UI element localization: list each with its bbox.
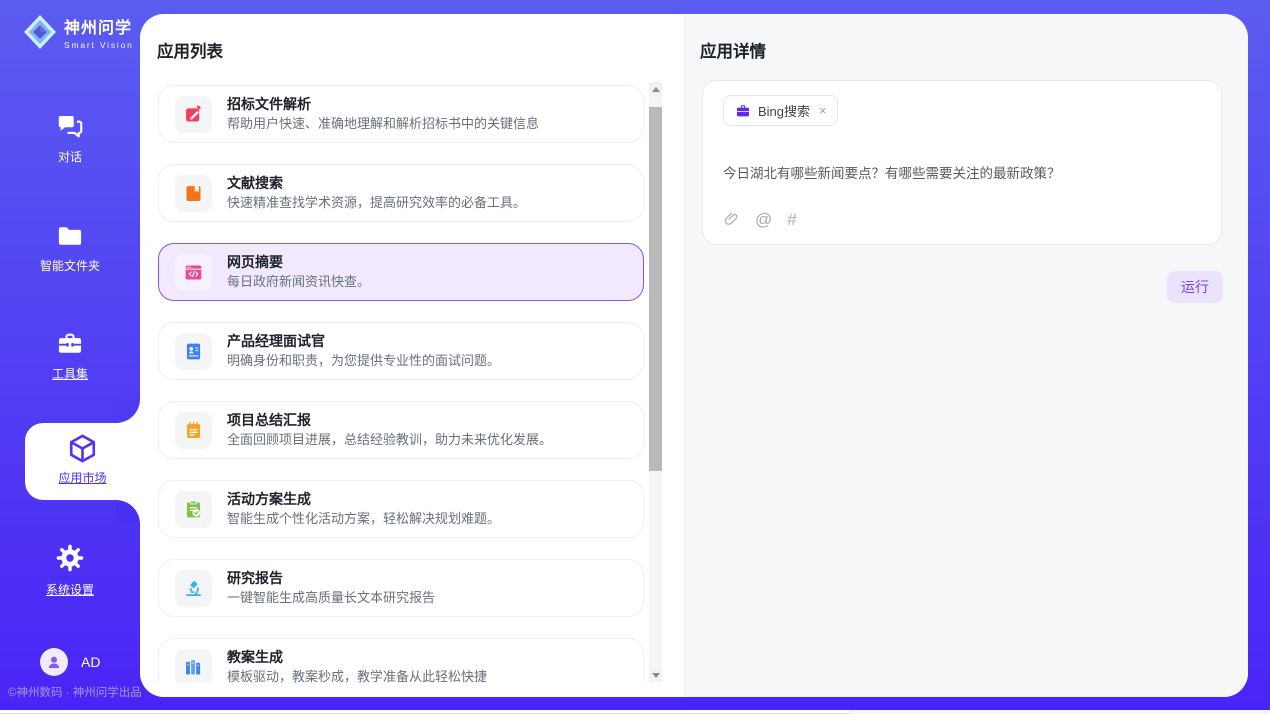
book-icon xyxy=(183,183,204,204)
tool-tag-bing-search[interactable]: Bing搜索 × xyxy=(723,95,838,126)
tool-tag-label: Bing搜索 xyxy=(758,101,810,120)
app-card-icon-bg xyxy=(175,570,212,607)
brand-logo[interactable]: 神州问学 Smart Vision xyxy=(22,13,134,51)
avatar xyxy=(40,648,68,676)
sidebar-item-label: 对话 xyxy=(0,148,140,165)
app-card-icon-bg xyxy=(175,333,212,370)
user-initials: AD xyxy=(81,654,100,670)
person-icon xyxy=(45,653,63,671)
app-card[interactable]: 教案生成 模板驱动，教案秒成，教学准备从此轻松快捷 xyxy=(158,638,644,683)
bubble-curve-top xyxy=(116,399,140,423)
chat-icon xyxy=(54,111,86,141)
gear-icon xyxy=(54,542,86,574)
briefcase-icon xyxy=(735,103,751,119)
close-icon[interactable]: × xyxy=(819,104,827,117)
attachment-icon[interactable] xyxy=(723,211,740,228)
app-detail-title: 应用详情 xyxy=(700,38,766,62)
app-card-desc: 明确身份和职责，为您提供专业性的面试问题。 xyxy=(227,353,500,369)
app-list-viewport: 招标文件解析 帮助用户快速、准确地理解和解析招标书中的关键信息 文献搜索 快速精… xyxy=(158,85,645,683)
brand-name: 神州问学 xyxy=(64,14,134,38)
app-card-title: 项目总结汇报 xyxy=(227,412,552,430)
sidebar-footer: ©神州数码 · 神州问学出品 xyxy=(8,684,142,700)
triangle-up-icon xyxy=(652,87,660,92)
prompt-card: Bing搜索 × 今日湖北有哪些新闻要点？有哪些需要关注的最新政策？ @ # xyxy=(702,80,1222,245)
app-detail-panel: 应用详情 Bing搜索 × 今日湖北有哪些新闻要点？有哪些需要关注的最新政策？ xyxy=(683,14,1248,697)
browser-icon xyxy=(183,262,204,283)
sidebar-item-chat[interactable]: 对话 xyxy=(0,111,140,165)
triangle-down-icon xyxy=(652,673,660,678)
prompt-text[interactable]: 今日湖北有哪些新闻要点？有哪些需要关注的最新政策？ xyxy=(723,164,1193,184)
hash-icon[interactable]: # xyxy=(787,211,796,228)
app-card-desc: 帮助用户快速、准确地理解和解析招标书中的关键信息 xyxy=(227,116,539,132)
app-window: 神州问学 Smart Vision 对话 智能文件夹 xyxy=(0,0,1270,714)
prompt-toolbar: @ # xyxy=(723,211,797,228)
sidebar-item-label: 工具集 xyxy=(0,365,140,382)
app-card-icon-bg xyxy=(175,175,212,212)
app-list-title: 应用列表 xyxy=(157,38,223,62)
sidebar-item-label: 系统设置 xyxy=(0,581,140,598)
app-card-icon-bg xyxy=(175,491,212,528)
app-card-title: 产品经理面试官 xyxy=(227,333,500,351)
app-card-title: 研究报告 xyxy=(227,570,435,588)
app-card-icon-bg xyxy=(175,254,212,291)
sidebar-item-settings[interactable]: 系统设置 xyxy=(0,542,140,598)
main-content: 应用列表 招标文件解析 帮助用户快速、准确地理解和解析招标书中的关键信息 文献搜… xyxy=(140,14,1248,697)
mention-icon[interactable]: @ xyxy=(755,211,772,228)
scroll-down-button[interactable] xyxy=(649,668,662,682)
sidebar-item-app-market[interactable]: 应用市场 xyxy=(25,423,140,500)
app-card-title: 招标文件解析 xyxy=(227,96,539,114)
app-card[interactable]: 产品经理面试官 明确身份和职责，为您提供专业性的面试问题。 xyxy=(158,322,644,380)
app-card-desc: 模板驱动，教案秒成，教学准备从此轻松快捷 xyxy=(227,669,487,683)
app-card-title: 活动方案生成 xyxy=(227,491,500,509)
app-list-panel: 应用列表 招标文件解析 帮助用户快速、准确地理解和解析招标书中的关键信息 文献搜… xyxy=(140,14,683,697)
edit-document-icon xyxy=(183,104,204,125)
cube-icon xyxy=(66,432,99,465)
app-card[interactable]: 研究报告 一键智能生成高质量长文本研究报告 xyxy=(158,559,644,617)
sidebar-item-label: 应用市场 xyxy=(25,469,140,486)
app-card[interactable]: 文献搜索 快速精准查找学术资源，提高研究效率的必备工具。 xyxy=(158,164,644,222)
app-card-icon-bg xyxy=(175,649,212,684)
sidebar-item-smart-folder[interactable]: 智能文件夹 xyxy=(0,222,140,274)
notepad-icon xyxy=(183,420,204,441)
brand-subtitle: Smart Vision xyxy=(64,40,134,50)
app-card[interactable]: 项目总结汇报 全面回顾项目进展，总结经验教训，助力未来优化发展。 xyxy=(158,401,644,459)
app-card-desc: 一键智能生成高质量长文本研究报告 xyxy=(227,590,435,606)
app-card[interactable]: 活动方案生成 智能生成个性化活动方案，轻松解决规划难题。 xyxy=(158,480,644,538)
app-card-title: 网页摘要 xyxy=(227,254,370,272)
sidebar-item-toolset[interactable]: 工具集 xyxy=(0,330,140,382)
scroll-up-button[interactable] xyxy=(649,82,662,96)
clipboard-check-icon xyxy=(183,499,204,520)
user-account[interactable]: AD xyxy=(40,648,100,676)
app-card-list: 招标文件解析 帮助用户快速、准确地理解和解析招标书中的关键信息 文献搜索 快速精… xyxy=(158,85,644,683)
bottom-strip-right xyxy=(850,710,1270,714)
books-icon xyxy=(183,657,204,678)
scrollbar-thumb[interactable] xyxy=(649,107,662,471)
app-card-desc: 每日政府新闻资讯快查。 xyxy=(227,274,370,290)
microscope-icon xyxy=(183,578,204,599)
app-card-icon-bg xyxy=(175,412,212,449)
toolbox-icon xyxy=(54,330,86,358)
bubble-curve-bottom xyxy=(116,500,140,524)
scrollbar[interactable] xyxy=(649,82,662,682)
sidebar: 神州问学 Smart Vision 对话 智能文件夹 xyxy=(0,0,140,710)
app-card[interactable]: 招标文件解析 帮助用户快速、准确地理解和解析招标书中的关键信息 xyxy=(158,85,644,143)
diamond-logo-icon xyxy=(22,13,58,51)
app-card-icon-bg xyxy=(175,96,212,133)
run-button[interactable]: 运行 xyxy=(1167,271,1223,303)
app-card-desc: 快速精准查找学术资源，提高研究效率的必备工具。 xyxy=(227,195,526,211)
app-card[interactable]: 网页摘要 每日政府新闻资讯快查。 xyxy=(158,243,644,301)
app-card-desc: 智能生成个性化活动方案，轻松解决规划难题。 xyxy=(227,511,500,527)
resume-icon xyxy=(183,341,204,362)
app-card-desc: 全面回顾项目进展，总结经验教训，助力未来优化发展。 xyxy=(227,432,552,448)
folder-icon xyxy=(54,222,86,250)
app-card-title: 教案生成 xyxy=(227,649,487,667)
app-card-title: 文献搜索 xyxy=(227,175,526,193)
sidebar-item-label: 智能文件夹 xyxy=(0,257,140,274)
